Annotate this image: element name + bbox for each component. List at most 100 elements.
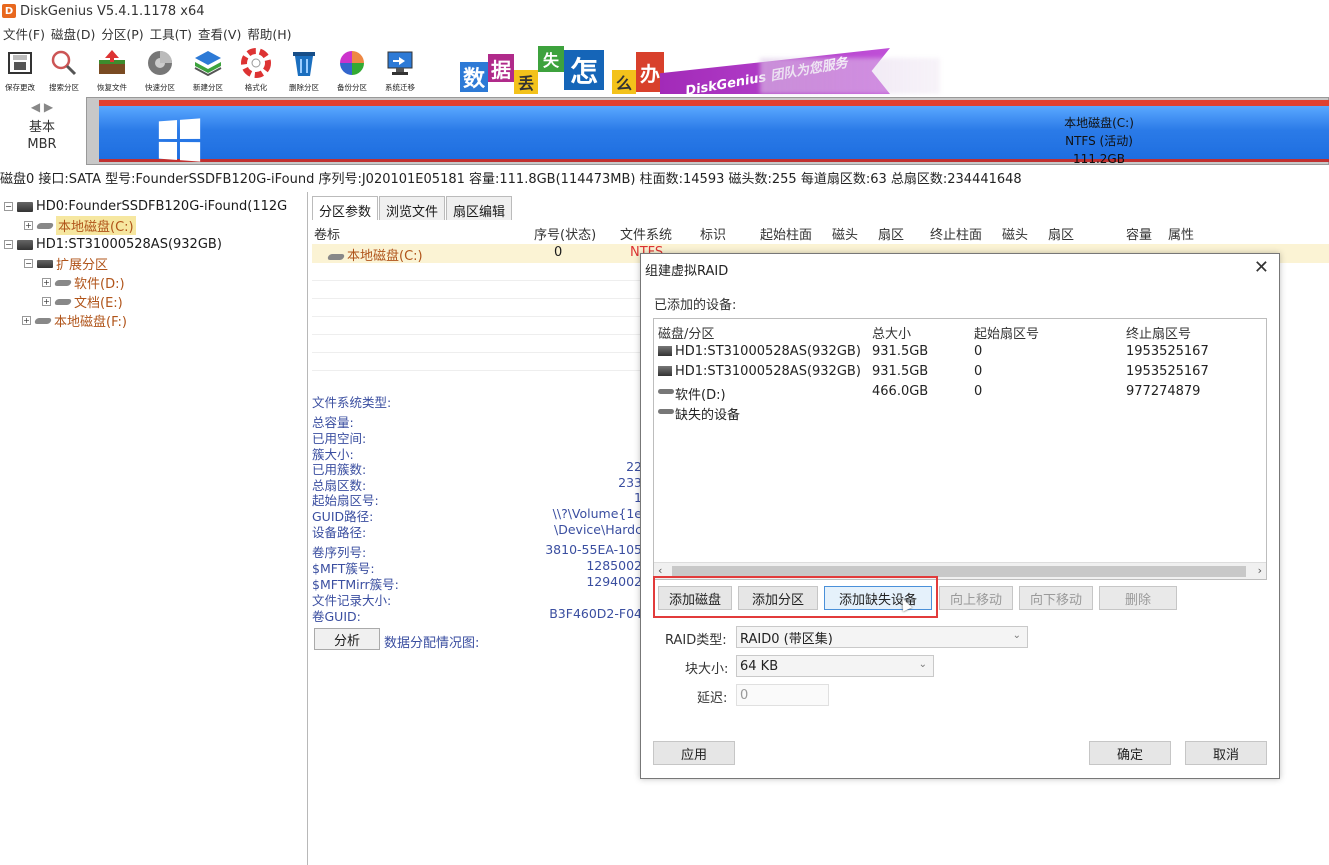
menu-view[interactable]: 查看(V)	[195, 24, 244, 43]
raid-type-select[interactable]: RAID0 (带区集) ⌄	[736, 626, 1028, 648]
disk-type-label: 基本	[28, 120, 55, 135]
tree-node-e[interactable]: + 文档(E:)	[42, 292, 123, 311]
menu-disk[interactable]: 磁盘(D)	[48, 24, 98, 43]
fs-value: 1285002	[586, 558, 642, 573]
quick-partition-button[interactable]: 快速分区	[136, 44, 184, 96]
cell-label: 本地磁盘(C:)	[326, 245, 423, 264]
cancel-button[interactable]: 取消	[1185, 741, 1267, 765]
format-button[interactable]: 格式化	[232, 44, 280, 96]
partition-table-empty-rows	[312, 263, 642, 381]
device-row[interactable]: HD1:ST31000528AS(932GB) 931.5GB 0 195352…	[654, 344, 1266, 364]
device-row[interactable]: 软件(D:) 466.0GB 0 977274879	[654, 384, 1266, 404]
delete-button[interactable]: 删除	[1099, 586, 1177, 610]
menu-file[interactable]: 文件(F)	[0, 24, 48, 43]
recover-files-button[interactable]: 恢复文件	[88, 44, 136, 96]
migrate-icon	[385, 48, 415, 78]
column-header: 起始扇区号	[974, 327, 1040, 342]
expand-icon[interactable]: +	[22, 316, 31, 325]
partition-icon	[53, 279, 73, 286]
device-row[interactable]: HD1:ST31000528AS(932GB) 931.5GB 0 195352…	[654, 364, 1266, 384]
blurred-region	[760, 58, 940, 94]
fs-value: 1294002	[586, 574, 642, 589]
expand-icon[interactable]: +	[42, 278, 51, 287]
partition-icon	[53, 298, 73, 305]
tree-node-hd0[interactable]: − HD0:FounderSSDFB120G-iFound(112G	[4, 197, 287, 216]
partition-icon	[326, 253, 346, 260]
delete-icon	[289, 48, 319, 78]
disk-nav-arrows[interactable]: ◀ ▶	[0, 100, 84, 114]
format-icon	[241, 48, 271, 78]
collapse-icon[interactable]: −	[4, 202, 13, 211]
tree-node-hd1[interactable]: − HD1:ST31000528AS(932GB)	[4, 235, 222, 254]
tab-partition-params[interactable]: 分区参数	[312, 196, 379, 220]
save-icon	[5, 48, 35, 78]
app-logo-icon: D	[2, 4, 16, 18]
banner-tile: 办	[636, 52, 664, 92]
search-icon	[49, 48, 79, 78]
delay-input[interactable]: 0	[736, 684, 829, 706]
allocation-map-label: 数据分配情况图:	[384, 636, 480, 651]
column-header: 文件系统	[620, 228, 673, 243]
banner-tile: 失	[538, 46, 564, 72]
banner-tile: 数	[460, 62, 488, 92]
title-bar: D DiskGenius V5.4.1.1178 x64	[0, 0, 1329, 22]
highlight-box	[653, 576, 938, 618]
disk-scheme-label: MBR	[27, 137, 57, 152]
tab-sector-edit[interactable]: 扇区编辑	[446, 196, 513, 220]
menu-partition[interactable]: 分区(P)	[98, 24, 146, 43]
partition-icon	[35, 222, 55, 229]
disk-nav-panel: ◀ ▶ 基本 MBR	[0, 98, 84, 164]
fs-label: 卷GUID:	[312, 609, 361, 624]
banner-tile: 丢	[514, 70, 538, 94]
tab-bar: 分区参数 浏览文件 扇区编辑	[312, 196, 513, 220]
windows-icon	[158, 118, 201, 162]
column-header: 终止柱面	[930, 228, 983, 243]
tree-node-c[interactable]: + 本地磁盘(C:)	[24, 216, 136, 235]
expand-icon[interactable]: +	[42, 297, 51, 306]
analyze-button[interactable]: 分析	[314, 628, 380, 650]
column-header: 容量	[1126, 228, 1153, 243]
expand-icon[interactable]: +	[24, 221, 33, 230]
save-button[interactable]: 保存更改	[0, 44, 40, 96]
ok-button[interactable]: 确定	[1089, 741, 1171, 765]
column-header: 扇区	[878, 228, 905, 243]
device-list: 磁盘/分区 总大小 起始扇区号 终止扇区号 HD1:ST31000528AS(9…	[653, 318, 1267, 580]
tree-node-d[interactable]: + 软件(D:)	[42, 273, 125, 292]
fs-value: 3810-55EA-105	[545, 542, 642, 557]
chevron-down-icon: ⌄	[918, 659, 927, 670]
backup-partition-button[interactable]: 备份分区	[328, 44, 376, 96]
tree-node-extended[interactable]: − 扩展分区	[24, 254, 108, 273]
tree-node-f[interactable]: + 本地磁盘(F:)	[22, 311, 127, 330]
added-devices-label: 已添加的设备:	[654, 298, 737, 313]
block-size-select[interactable]: 64 KB ⌄	[736, 655, 934, 677]
dialog-title: 组建虚拟RAID	[645, 264, 729, 279]
apply-button[interactable]: 应用	[653, 741, 735, 765]
fs-value: \Device\Hardc	[554, 522, 642, 537]
partition-block-c[interactable]: 本地磁盘(C:) NTFS (活动) 111.2GB	[99, 100, 1329, 166]
banner-tile: 怎	[564, 50, 604, 90]
close-icon[interactable]: ✕	[1254, 257, 1269, 278]
new-partition-button[interactable]: 新建分区	[184, 44, 232, 96]
collapse-icon[interactable]: −	[4, 240, 13, 249]
tab-browse-files[interactable]: 浏览文件	[379, 196, 446, 220]
disk-tree: − HD0:FounderSSDFB120G-iFound(112G + 本地磁…	[0, 192, 308, 865]
column-header: 总大小	[872, 327, 912, 342]
move-down-button[interactable]: 向下移动	[1019, 586, 1093, 610]
scroll-right-icon[interactable]: ›	[1258, 564, 1262, 577]
search-partition-button[interactable]: 搜索分区	[40, 44, 88, 96]
system-migrate-button[interactable]: 系统迁移	[376, 44, 424, 96]
collapse-icon[interactable]: −	[24, 259, 33, 268]
hdd-icon	[658, 346, 672, 356]
new-partition-icon	[193, 48, 223, 78]
device-row[interactable]: 缺失的设备	[654, 404, 1266, 424]
column-header: 磁头	[1002, 228, 1029, 243]
menu-tools[interactable]: 工具(T)	[147, 24, 195, 43]
recover-icon	[97, 48, 127, 78]
partition-block-fs: NTFS (活动)	[1065, 134, 1133, 148]
delete-partition-button[interactable]: 删除分区	[280, 44, 328, 96]
column-header: 属性	[1168, 228, 1195, 243]
hdd-icon	[658, 366, 672, 376]
block-size-label: 块大小:	[685, 662, 729, 677]
move-up-button[interactable]: 向上移动	[939, 586, 1013, 610]
menu-help[interactable]: 帮助(H)	[244, 24, 294, 43]
